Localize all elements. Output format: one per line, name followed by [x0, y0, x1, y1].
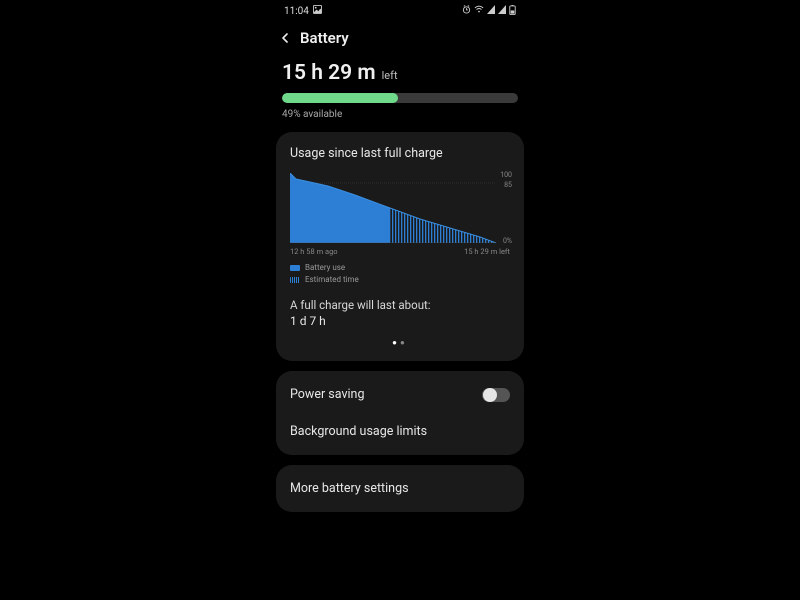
wifi-icon [474, 5, 484, 17]
settings-card: Power saving Background usage limits [276, 371, 524, 455]
toggle-knob [483, 388, 497, 402]
pager-dots[interactable]: ●● [290, 338, 510, 347]
battery-progress-fill [282, 93, 398, 103]
power-saving-row[interactable]: Power saving [290, 375, 510, 414]
image-icon [313, 5, 322, 17]
chart-x-end: 15 h 29 m left [464, 247, 510, 256]
percent-available: 49% available [282, 109, 518, 120]
signal-icon [487, 5, 495, 17]
background-limits-label: Background usage limits [290, 424, 427, 439]
legend-swatch-use [290, 265, 300, 271]
time-remaining: 15 h 29 m [282, 61, 376, 85]
full-charge-label: A full charge will last about: [290, 298, 510, 312]
header: Battery [276, 18, 524, 61]
legend-use: Battery use [305, 262, 345, 274]
y-tick-0: 0% [503, 237, 512, 245]
y-tick-85: 85 [504, 181, 512, 189]
battery-summary: 15 h 29 m left 49% available [276, 61, 524, 132]
power-saving-label: Power saving [290, 387, 364, 402]
battery-progress [282, 93, 518, 103]
chart-x-start: 12 h 58 m ago [290, 247, 338, 256]
battery-chart: 100 85 0% [290, 173, 510, 243]
phone-frame: 11:04 Battery [270, 0, 530, 600]
more-settings-label: More battery settings [290, 481, 409, 496]
chart-legend: Battery use Estimated time [290, 262, 510, 286]
alarm-icon [462, 5, 471, 17]
y-tick-100: 100 [500, 171, 512, 179]
legend-est: Estimated time [305, 274, 359, 286]
more-battery-settings-row[interactable]: More battery settings [290, 469, 510, 508]
more-card: More battery settings [276, 465, 524, 512]
back-button[interactable] [280, 28, 290, 47]
status-bar: 11:04 [276, 0, 524, 18]
time-remaining-suffix: left [382, 69, 398, 82]
usage-card-title: Usage since last full charge [290, 146, 510, 161]
background-limits-row[interactable]: Background usage limits [290, 414, 510, 451]
full-charge-value: 1 d 7 h [290, 314, 510, 328]
signal-icon [498, 5, 506, 17]
usage-card[interactable]: Usage since last full charge 100 85 0% [276, 132, 524, 361]
chevron-left-icon [280, 33, 290, 43]
status-time: 11:04 [284, 6, 309, 17]
legend-swatch-est [290, 277, 300, 283]
power-saving-toggle[interactable] [482, 388, 510, 402]
page-title: Battery [300, 29, 349, 47]
battery-icon [509, 5, 516, 18]
